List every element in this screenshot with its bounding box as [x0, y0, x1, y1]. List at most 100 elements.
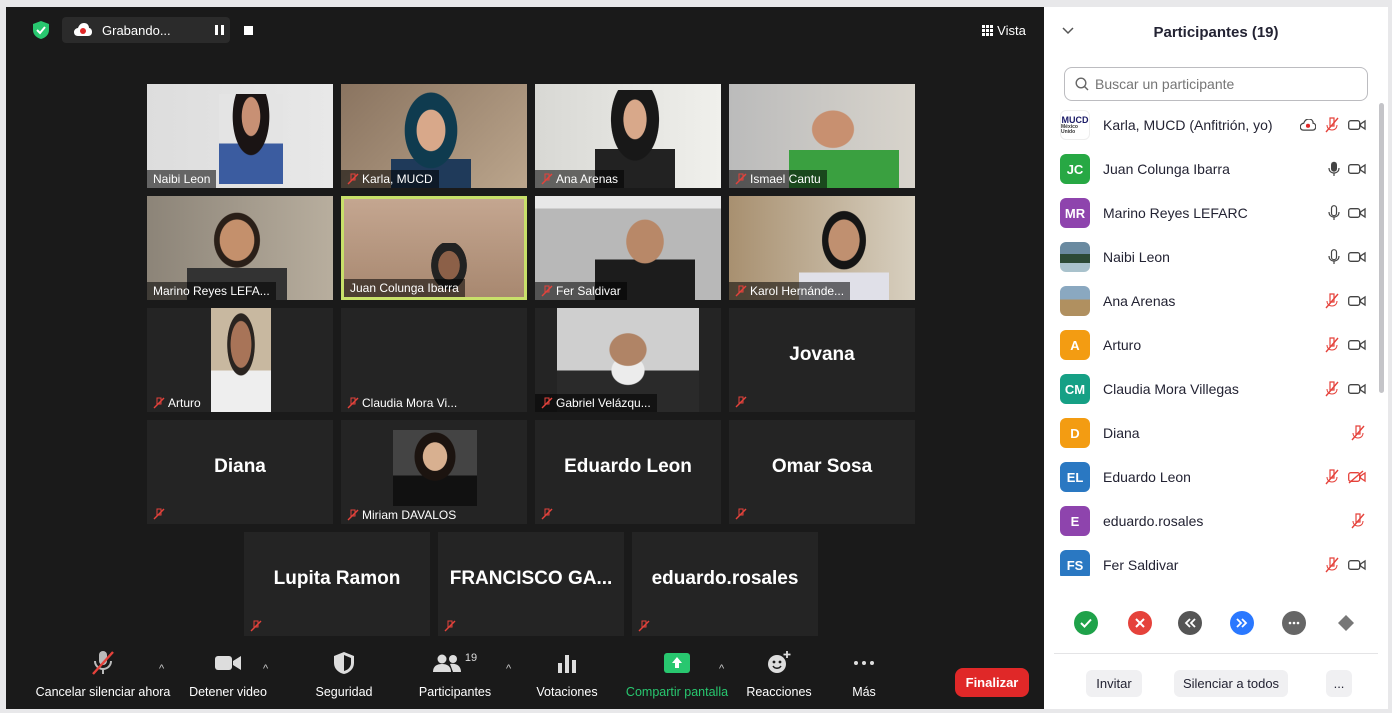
video-tile[interactable]: Karol Hernánde... [729, 196, 915, 300]
participant-row[interactable]: Naibi Leon [1060, 235, 1370, 279]
clear-eraser-icon[interactable] [1334, 611, 1358, 635]
search-box[interactable] [1064, 67, 1368, 101]
go-faster-icon[interactable] [1230, 611, 1254, 635]
share-screen-icon [664, 647, 690, 679]
video-tile[interactable]: Eduardo Leon [535, 420, 721, 524]
video-tile[interactable]: Karla, MUCD [341, 84, 527, 188]
mic-muted-icon [153, 397, 165, 409]
share-options-caret-icon[interactable]: ^ [719, 663, 724, 675]
video-tile[interactable]: Miriam DAVALOS [341, 420, 527, 524]
participant-name: Karol Hernánde... [750, 284, 845, 298]
video-tile[interactable]: Marino Reyes LEFA... [147, 196, 333, 300]
mic-muted-icon [735, 508, 747, 520]
video-tile[interactable]: Gabriel Velázqu... [535, 308, 721, 412]
polls-button[interactable]: Votaciones [530, 647, 604, 699]
video-camera-icon [1348, 207, 1366, 219]
participant-row[interactable]: EL Eduardo Leon [1060, 455, 1370, 499]
video-area: Grabando... Vista Naibi Leon Karla, MUCD… [6, 7, 1044, 709]
participant-name: Omar Sosa [771, 456, 873, 477]
mic-muted-icon [1325, 293, 1339, 309]
video-tile[interactable]: Naibi Leon [147, 84, 333, 188]
participant-row[interactable]: MUCD México Unido Karla, MUCD (Anfitrión,… [1060, 103, 1370, 147]
mic-muted-icon [1351, 513, 1365, 529]
participant-row[interactable]: E eduardo.rosales [1060, 499, 1370, 543]
video-tile[interactable]: Diana [147, 420, 333, 524]
video-tile[interactable]: Jovana [729, 308, 915, 412]
end-meeting-button[interactable]: Finalizar [955, 668, 1029, 697]
security-button[interactable]: Seguridad [304, 647, 384, 699]
video-tile-active-speaker[interactable]: Juan Colunga Ibarra [341, 196, 527, 300]
video-camera-icon [215, 647, 241, 679]
mute-all-button[interactable]: Silenciar a todos [1174, 670, 1288, 697]
go-slower-icon[interactable] [1178, 611, 1202, 635]
invite-button[interactable]: Invitar [1086, 670, 1142, 697]
divider [1054, 653, 1378, 654]
avatar: EL [1060, 462, 1090, 492]
panel-more-button[interactable]: ... [1326, 670, 1352, 697]
more-button[interactable]: Más [836, 647, 892, 699]
participant-row[interactable]: JC Juan Colunga Ibarra [1060, 147, 1370, 191]
mic-icon [1328, 249, 1340, 264]
participant-row[interactable]: A Arturo [1060, 323, 1370, 367]
video-options-caret-icon[interactable]: ^ [263, 663, 268, 675]
participant-name: Claudia Mora Vi... [362, 396, 458, 410]
mic-muted-icon [541, 285, 553, 297]
panel-title: Participantes (19) [1153, 24, 1279, 41]
security-shield-icon[interactable] [32, 21, 50, 39]
unmute-button[interactable]: Cancelar silenciar ahora [28, 647, 178, 699]
participant-name: Miriam DAVALOS [362, 508, 457, 522]
video-tile[interactable]: Ismael Cantu [729, 84, 915, 188]
participant-name: Fer Saldivar [1103, 557, 1179, 573]
participant-name: Naibi Leon [1103, 249, 1170, 265]
participant-row[interactable]: CM Claudia Mora Villegas [1060, 367, 1370, 411]
no-reaction-icon[interactable] [1128, 611, 1152, 635]
mic-active-icon [1328, 161, 1340, 176]
audio-options-caret-icon[interactable]: ^ [159, 663, 164, 675]
pause-recording-icon[interactable] [211, 22, 229, 38]
participant-name: Lupita Ramon [273, 568, 401, 589]
reactions-button[interactable]: Reacciones [739, 647, 819, 699]
mic-muted-icon [250, 620, 262, 632]
mic-muted-icon [1351, 425, 1365, 441]
mic-muted-icon [444, 620, 456, 632]
cloud-record-icon [1300, 119, 1316, 131]
yes-reaction-icon[interactable] [1074, 611, 1098, 635]
video-tile[interactable]: Arturo [147, 308, 333, 412]
participant-name: Claudia Mora Villegas [1103, 381, 1239, 397]
participant-name: Juan Colunga Ibarra [344, 279, 465, 297]
stop-video-button[interactable]: Detener video [182, 647, 274, 699]
more-label: Más [852, 685, 876, 699]
mic-muted-icon [347, 509, 359, 521]
video-tile[interactable]: Claudia Mora Vi... [341, 308, 527, 412]
mic-muted-icon [1325, 337, 1339, 353]
video-tile[interactable]: Ana Arenas [535, 84, 721, 188]
video-tile[interactable]: FRANCISCO GA... [438, 532, 624, 636]
mucd-logo: MUCD México Unido [1060, 110, 1090, 140]
video-tile[interactable]: Lupita Ramon [244, 532, 430, 636]
participants-options-caret-icon[interactable]: ^ [506, 663, 511, 675]
video-tile[interactable]: eduardo.rosales [632, 532, 818, 636]
search-input[interactable] [1095, 76, 1355, 92]
participant-name: Naibi Leon [147, 170, 217, 188]
more-reactions-icon[interactable] [1282, 611, 1306, 635]
scrollbar[interactable] [1379, 103, 1384, 393]
participant-name: Arturo [1103, 337, 1142, 353]
mic-icon [1328, 205, 1340, 220]
avatar [1060, 286, 1090, 316]
video-camera-icon [1348, 163, 1366, 175]
stop-recording-icon[interactable] [239, 22, 257, 38]
participants-list: MUCD México Unido Karla, MUCD (Anfitrión,… [1044, 103, 1378, 576]
video-tile[interactable]: Omar Sosa [729, 420, 915, 524]
view-button[interactable]: Vista [978, 19, 1030, 41]
participant-row[interactable]: FS Fer Saldivar [1060, 543, 1370, 576]
recording-label: Grabando... [102, 22, 171, 38]
participant-name: eduardo.rosales [651, 568, 799, 589]
participant-name: Karla, MUCD (Anfitrión, yo) [1103, 117, 1273, 133]
participant-row[interactable]: MR Marino Reyes LEFARC [1060, 191, 1370, 235]
participant-row[interactable]: D Diana [1060, 411, 1370, 455]
participants-button[interactable]: 19 Participantes [410, 647, 500, 699]
reactions-label: Reacciones [746, 685, 812, 699]
mic-muted-icon [541, 173, 553, 185]
video-tile[interactable]: Fer Saldivar [535, 196, 721, 300]
participant-row[interactable]: Ana Arenas [1060, 279, 1370, 323]
